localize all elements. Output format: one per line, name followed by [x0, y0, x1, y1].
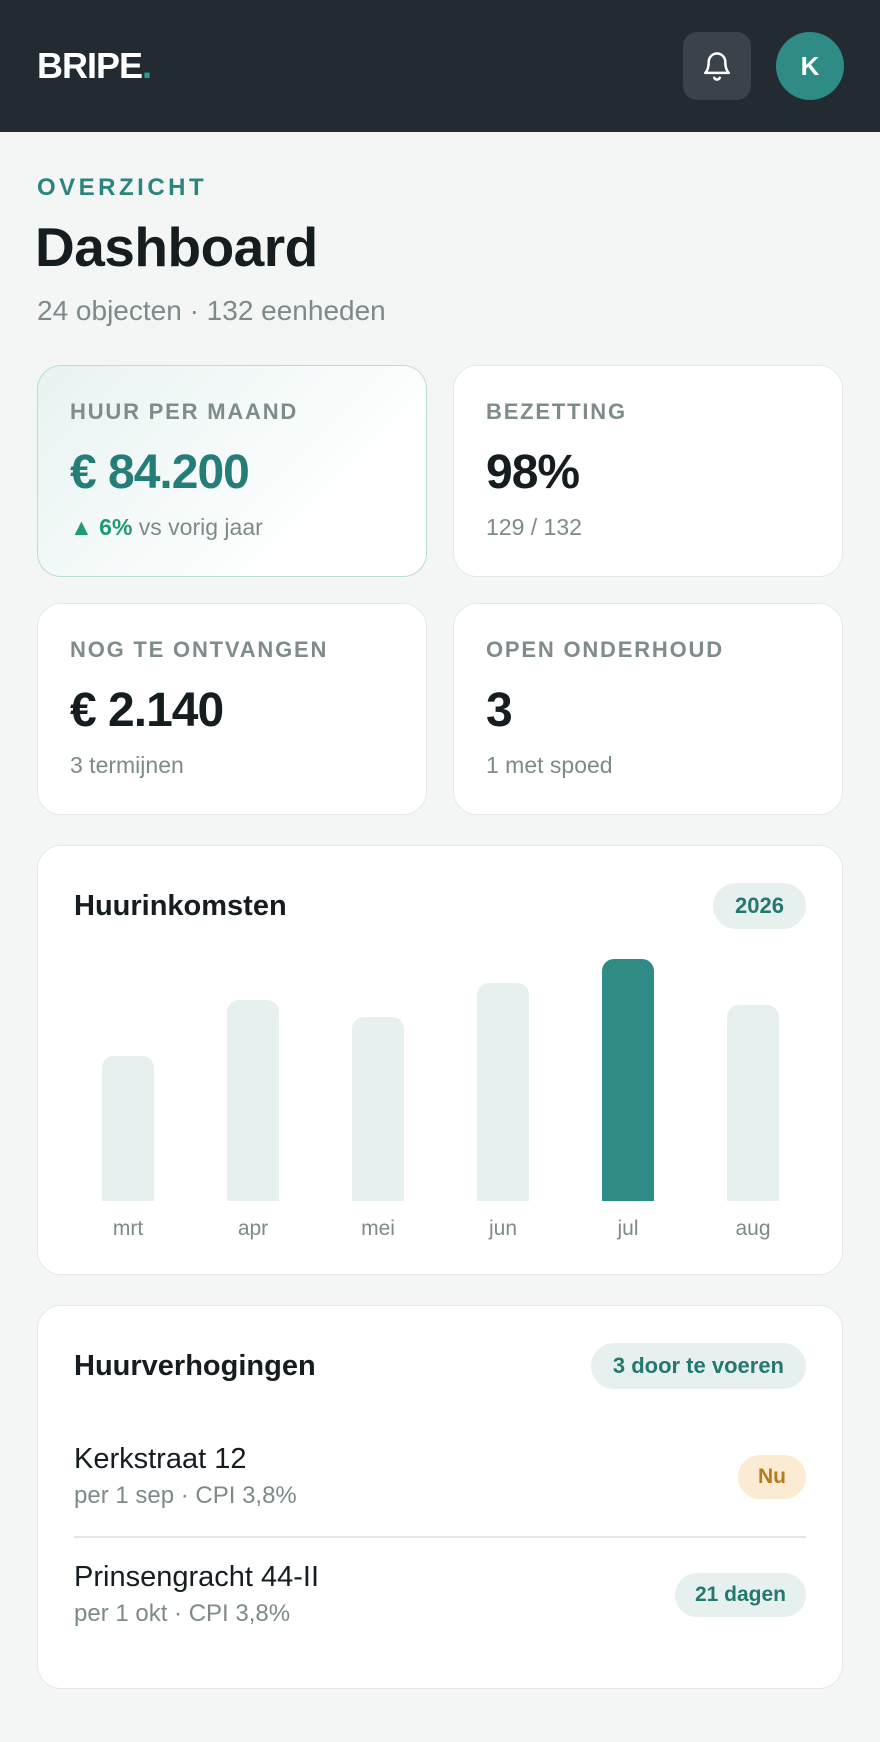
bar-mrt[interactable] [102, 1056, 154, 1201]
kpi-card-receivables[interactable]: NOG TE ONTVANGEN € 2.140 3 termijnen [37, 603, 427, 815]
top-bar: BRIPE. K [0, 0, 880, 132]
page-eyebrow: OVERZICHT [37, 174, 208, 201]
list-item[interactable]: Prinsengracht 44-II per 1 okt · CPI 3,8%… [74, 1561, 806, 1628]
brand-logo[interactable]: BRIPE. [37, 45, 152, 87]
page-subtitle: 24 objecten · 132 eenheden [37, 295, 386, 326]
income-chart-card: Huurinkomsten 2026 mrt apr mei jun jul aug [37, 845, 843, 1275]
increase-meta: per 1 sep · CPI 3,8% [74, 1482, 297, 1509]
kpi-card-occupancy[interactable]: BEZETTING 98% 129 / 132 [453, 365, 843, 577]
kpi-label: HUUR PER MAAND [70, 399, 299, 424]
property-name: Prinsengracht 44-II [74, 1561, 320, 1593]
bar-label-mrt: mrt [112, 1217, 144, 1240]
bar-label-jul: jul [617, 1217, 639, 1240]
kpi-sub: 129 / 132 [486, 514, 582, 540]
pending-count-badge[interactable]: 3 door te voeren [590, 1343, 806, 1389]
kpi-label: BEZETTING [486, 399, 627, 424]
kpi-card-maintenance[interactable]: OPEN ONDERHOUD 3 1 met spoed [453, 603, 843, 815]
trend-caption: vs vorig jaar [138, 514, 263, 540]
increases-title: Huurverhogingen [74, 1349, 316, 1382]
bar-label-mei: mei [361, 1217, 395, 1240]
kpi-label: OPEN ONDERHOUD [486, 637, 724, 662]
bell-icon [703, 52, 731, 81]
kpi-value: € 84.200 [70, 446, 250, 499]
kpi-label: NOG TE ONTVANGEN [70, 637, 329, 662]
list-item-text: Kerkstraat 12 per 1 sep · CPI 3,8% [74, 1443, 297, 1510]
kpi-value: 98% [486, 446, 580, 499]
user-avatar[interactable]: K [776, 32, 844, 100]
kpi-trend: ▲ 6% vs vorig jaar [70, 514, 394, 541]
trend-value: 6% [99, 514, 133, 540]
notifications-button[interactable] [683, 32, 751, 100]
bar-jun[interactable] [477, 983, 529, 1201]
property-name: Kerkstraat 12 [74, 1443, 247, 1475]
bar-jul[interactable] [602, 959, 654, 1201]
kpi-sub: 1 met spoed [486, 752, 613, 778]
bar-label-jun: jun [488, 1217, 518, 1240]
increase-meta: per 1 okt · CPI 3,8% [74, 1600, 291, 1627]
kpi-value: 3 [486, 684, 513, 737]
logo-text: BRIPE [37, 45, 143, 86]
increases-header: Huurverhogingen 3 door te voeren [74, 1343, 806, 1389]
rent-increases-card: Huurverhogingen 3 door te voeren Kerkstr… [37, 1305, 843, 1689]
bar-mei[interactable] [352, 1017, 404, 1201]
header-actions: K [683, 32, 844, 100]
status-badge: Nu [738, 1454, 806, 1499]
bar-label-aug: aug [735, 1217, 771, 1240]
logo-dot: . [142, 45, 152, 86]
page-title: Dashboard [35, 216, 318, 278]
list-item[interactable]: Kerkstraat 12 per 1 sep · CPI 3,8% Nu [74, 1443, 806, 1510]
income-bar-chart: mrt apr mei jun jul aug [38, 846, 842, 1274]
list-divider [74, 1536, 806, 1538]
kpi-sub: 3 termijnen [70, 752, 184, 778]
bar-aug[interactable] [727, 1005, 779, 1201]
trend-up-icon: ▲ [70, 514, 93, 540]
kpi-card-rent[interactable]: HUUR PER MAAND € 84.200 ▲ 6% vs vorig ja… [37, 365, 427, 577]
status-badge: 21 dagen [674, 1572, 806, 1617]
list-item-text: Prinsengracht 44-II per 1 okt · CPI 3,8% [74, 1561, 319, 1628]
bar-label-apr: apr [237, 1217, 269, 1240]
bar-apr[interactable] [227, 1000, 279, 1201]
kpi-value: € 2.140 [70, 684, 224, 737]
